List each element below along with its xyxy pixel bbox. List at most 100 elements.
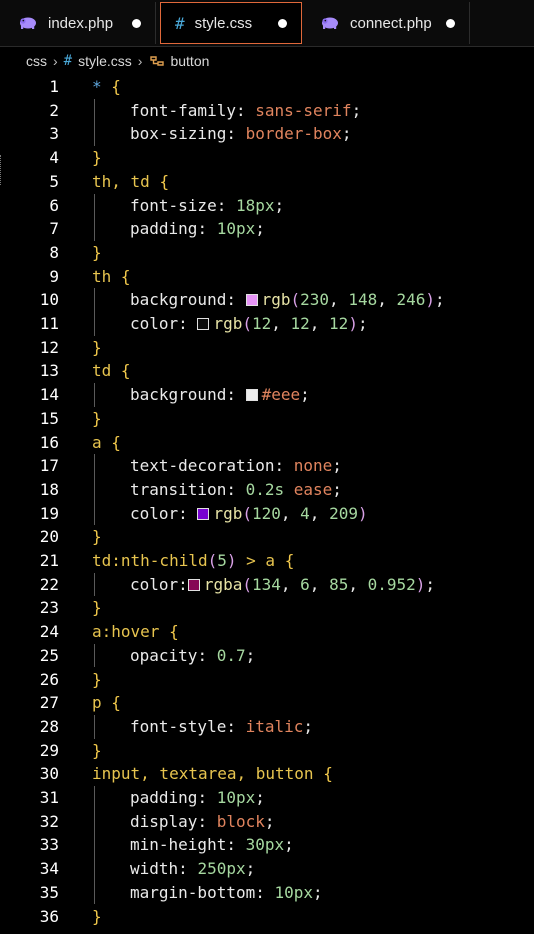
code-line[interactable]: 15} xyxy=(0,407,534,431)
unsaved-dot-icon[interactable] xyxy=(446,18,455,28)
code-token: { xyxy=(111,693,121,713)
code-line[interactable]: 36} xyxy=(0,905,534,929)
code-line[interactable]: 11 color: rgb(12, 12, 12); xyxy=(0,312,534,336)
code-line[interactable]: 33 min-height: 30px; xyxy=(0,833,534,858)
breadcrumb-symbol[interactable]: button xyxy=(170,53,209,69)
tab-index-php[interactable]: index.php xyxy=(4,2,156,44)
code-token: : xyxy=(226,385,246,405)
code-text: th, td { xyxy=(92,170,169,194)
code-line[interactable]: 29} xyxy=(0,739,534,763)
line-number: 5 xyxy=(49,171,59,191)
code-text: color: rgb(120, 4, 209) xyxy=(130,502,368,526)
code-line[interactable]: 4} xyxy=(0,146,534,170)
code-line[interactable]: 9 th { xyxy=(0,265,534,289)
code-text: color: rgba(134, 6, 85, 0.952); xyxy=(130,573,435,597)
code-line[interactable]: 21 td:nth-child(5) > a { xyxy=(0,549,534,573)
code-line[interactable]: 20} xyxy=(0,525,534,549)
code-token: transition xyxy=(130,479,227,499)
code-text: margin-bottom: 10px; xyxy=(130,881,323,905)
tab-bar: index.php # style.css connect.php xyxy=(0,0,534,47)
unsaved-dot-icon[interactable] xyxy=(132,18,141,28)
line-number: 1 xyxy=(49,77,59,96)
code-token: , xyxy=(309,503,330,523)
code-token: 10px xyxy=(274,882,314,902)
color-swatch-icon[interactable] xyxy=(245,389,258,402)
code-line[interactable]: 24 a:hover { xyxy=(0,620,534,644)
code-token: ease xyxy=(293,479,333,499)
code-line[interactable]: 28 font-style: italic; xyxy=(0,714,534,739)
code-line[interactable]: 25 opacity: 0.7; xyxy=(0,643,534,668)
line-number: 17 xyxy=(39,456,59,476)
code-editor[interactable]: 1 * {2 font-family: sans-serif; 3 box-sizing… xyxy=(0,75,534,934)
color-swatch-icon[interactable] xyxy=(197,318,210,330)
code-line[interactable]: 17 text-decoration: none; xyxy=(0,454,534,478)
code-line[interactable]: 19 color: rgb(120, 4, 209) xyxy=(0,501,534,526)
code-token: : xyxy=(197,788,217,807)
code-line[interactable]: 3 box-sizing: border-box; xyxy=(0,122,534,147)
code-token: color xyxy=(130,503,179,523)
code-line[interactable]: 14 background: #eee; xyxy=(0,383,534,407)
code-text: box-sizing: border-box; xyxy=(130,122,352,146)
code-token: } xyxy=(92,669,102,689)
line-number: 24 xyxy=(39,622,59,642)
code-token: { xyxy=(111,432,121,452)
indent-guide xyxy=(94,572,95,597)
code-line[interactable]: 31 padding: 10px; xyxy=(0,786,534,810)
code-text: td { xyxy=(92,359,131,383)
code-line[interactable]: 32 display: block; xyxy=(0,809,534,834)
code-line[interactable]: 12} xyxy=(0,336,534,360)
code-line[interactable]: 10 background: rgb(230, 148, 246); xyxy=(0,288,534,312)
code-token: 250px xyxy=(197,859,246,879)
breadcrumb-file[interactable]: style.css xyxy=(78,53,132,69)
code-text: color: rgb(12, 12, 12); xyxy=(130,312,368,336)
code-token: ( xyxy=(242,574,252,594)
code-token: 10px xyxy=(216,788,256,807)
code-line[interactable]: 13 td { xyxy=(0,359,534,383)
code-line[interactable]: 22 color: rgba(134, 6, 85, 0.952); xyxy=(0,572,534,597)
unsaved-dot-icon[interactable] xyxy=(278,18,287,28)
code-token: opacity xyxy=(130,645,198,665)
tab-style-css[interactable]: # style.css xyxy=(160,2,302,44)
code-token: ; xyxy=(284,835,294,855)
code-line[interactable]: 26} xyxy=(0,668,534,692)
code-token: 5 xyxy=(217,551,227,570)
code-token: ) xyxy=(348,314,358,333)
code-line[interactable]: 16 a { xyxy=(0,431,534,455)
code-line[interactable]: 27 p { xyxy=(0,691,534,715)
code-token: ; xyxy=(245,645,256,665)
code-token: border-box xyxy=(245,124,342,144)
code-token: ; xyxy=(425,574,436,594)
code-token: } xyxy=(92,337,102,357)
code-token: { xyxy=(323,764,333,784)
code-line[interactable]: 2 font-family: sans-serif; xyxy=(0,98,534,123)
tab-connect-php[interactable]: connect.php xyxy=(306,2,470,44)
tab-label: style.css xyxy=(194,14,253,32)
tab-label: index.php xyxy=(48,14,114,32)
code-line[interactable]: 6 font-size: 18px; xyxy=(0,193,534,218)
line-number: 3 xyxy=(49,124,59,144)
code-line[interactable]: 30 input, textarea, button { xyxy=(0,762,534,786)
code-token: , xyxy=(280,503,301,523)
code-line[interactable]: 1 * { xyxy=(0,75,534,99)
code-line[interactable]: 18 transition: 0.2s ease; xyxy=(0,477,534,502)
code-token: 4 xyxy=(300,503,310,523)
color-swatch-icon[interactable] xyxy=(187,578,200,591)
code-line[interactable]: 23} xyxy=(0,596,534,620)
indent-guide xyxy=(94,809,95,834)
code-line[interactable]: 5 th, td { xyxy=(0,170,534,194)
color-swatch-icon[interactable] xyxy=(245,294,258,307)
breadcrumb-folder[interactable]: css xyxy=(26,53,47,69)
code-line[interactable]: 7 padding: 10px; xyxy=(0,217,534,241)
code-line[interactable]: 8} xyxy=(0,241,534,265)
line-number: 27 xyxy=(39,693,59,713)
color-swatch-icon[interactable] xyxy=(197,507,210,520)
code-line[interactable]: 35 margin-bottom: 10px; xyxy=(0,880,534,905)
code-token: * xyxy=(92,77,102,96)
code-token: : xyxy=(178,574,188,594)
code-token: 0.7 xyxy=(216,645,246,665)
code-token: } xyxy=(92,906,102,926)
code-line[interactable]: 34 width: 250px; xyxy=(0,857,534,881)
code-token: , xyxy=(280,574,301,594)
